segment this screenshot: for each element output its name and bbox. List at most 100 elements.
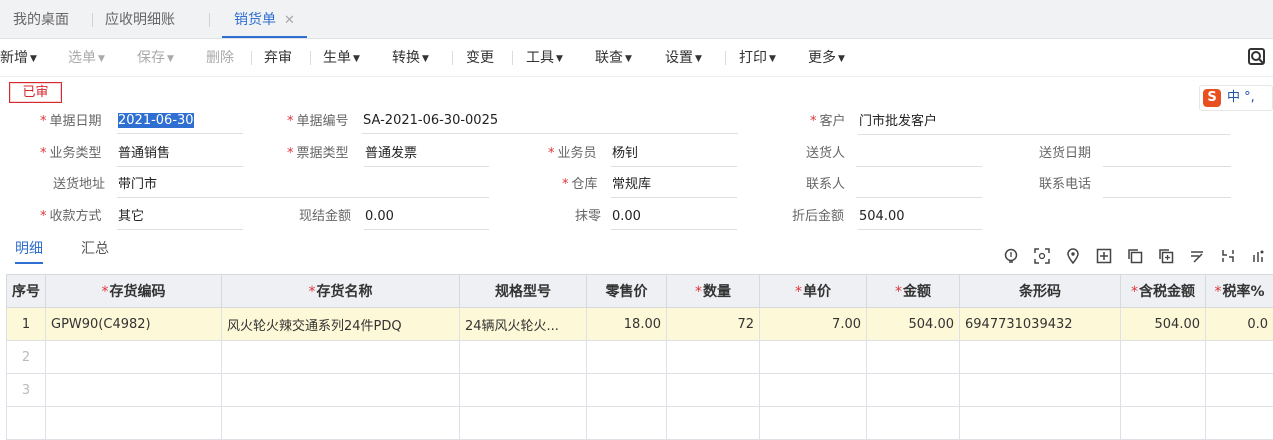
cell-price[interactable] bbox=[760, 374, 867, 407]
cell-price[interactable] bbox=[760, 341, 867, 374]
abandon-review-button[interactable]: 弃审 bbox=[264, 40, 292, 76]
cell-name[interactable] bbox=[222, 341, 460, 374]
batch-edit-icon[interactable] bbox=[1189, 248, 1205, 264]
cell-tax-rate[interactable] bbox=[1206, 407, 1273, 440]
payment-field[interactable]: 其它 bbox=[117, 207, 243, 230]
tools-button[interactable]: 工具▼ bbox=[526, 40, 563, 76]
col-header-name[interactable]: 存货名称 bbox=[222, 275, 460, 308]
delete-button[interactable]: 删除 bbox=[206, 40, 234, 76]
cell-amount[interactable] bbox=[867, 341, 960, 374]
cell-qty[interactable] bbox=[667, 407, 760, 440]
cell-code[interactable] bbox=[46, 407, 222, 440]
cell-name[interactable] bbox=[222, 374, 460, 407]
insert-row-icon[interactable] bbox=[1158, 248, 1174, 264]
contact-field[interactable] bbox=[856, 175, 982, 198]
cell-spec[interactable]: 24辆风火轮火... bbox=[460, 308, 587, 341]
cell-price[interactable]: 7.00 bbox=[760, 308, 867, 341]
cell-qty[interactable] bbox=[667, 374, 760, 407]
cell-qty[interactable] bbox=[667, 341, 760, 374]
col-header-tax-amount[interactable]: 含税金额 bbox=[1121, 275, 1206, 308]
cell-tax-amount[interactable] bbox=[1121, 407, 1206, 440]
cell-spec[interactable] bbox=[460, 341, 587, 374]
cell-tax-amount[interactable] bbox=[1121, 341, 1206, 374]
cell-tax-rate[interactable]: 0.0 bbox=[1206, 308, 1273, 341]
biz-type-field[interactable]: 普通销售 bbox=[117, 144, 243, 167]
cell-price[interactable] bbox=[760, 407, 867, 440]
new-button[interactable]: 新增▼ bbox=[0, 40, 37, 76]
col-header-price[interactable]: 单价 bbox=[760, 275, 867, 308]
salesman-field[interactable]: 杨钊 bbox=[611, 144, 737, 167]
delivery-addr-field[interactable]: 带门市 bbox=[117, 175, 489, 198]
tab-summary[interactable]: 汇总 bbox=[81, 238, 109, 262]
cell-retail[interactable]: 18.00 bbox=[587, 308, 667, 341]
invoice-type-field[interactable]: 普通发票 bbox=[364, 144, 489, 167]
close-icon[interactable]: ✕ bbox=[284, 13, 295, 28]
col-header-idx[interactable]: 序号 bbox=[7, 275, 46, 308]
cell-code[interactable]: GPW90(C4982) bbox=[46, 308, 222, 341]
change-button[interactable]: 变更 bbox=[466, 40, 494, 76]
print-button[interactable]: 打印▼ bbox=[739, 40, 776, 76]
cell-name[interactable]: 风火轮火辣交通系列24件PDQ bbox=[222, 308, 460, 341]
cell-amount[interactable] bbox=[867, 374, 960, 407]
col-header-amount[interactable]: 金额 bbox=[867, 275, 960, 308]
cell-tax-rate[interactable] bbox=[1206, 341, 1273, 374]
table-row[interactable]: 2 bbox=[7, 341, 1273, 374]
customer-field[interactable]: 门市批发客户 bbox=[858, 112, 1230, 135]
cell-barcode[interactable] bbox=[960, 341, 1121, 374]
copy-row-icon[interactable] bbox=[1127, 248, 1143, 264]
warehouse-field[interactable]: 常规库 bbox=[611, 175, 737, 198]
deliverer-field[interactable] bbox=[856, 144, 982, 167]
table-row[interactable]: 1 GPW90(C4982) 风火轮火辣交通系列24件PDQ 24辆风火轮火..… bbox=[7, 308, 1273, 341]
more-tools-icon[interactable] bbox=[1251, 248, 1265, 264]
cell-tax-amount[interactable]: 504.00 bbox=[1121, 308, 1206, 341]
cell-barcode[interactable]: 6947731039432 bbox=[960, 308, 1121, 341]
table-row[interactable]: 3 bbox=[7, 374, 1273, 407]
phone-field[interactable] bbox=[1103, 175, 1231, 198]
cell-barcode[interactable] bbox=[960, 374, 1121, 407]
cell-spec[interactable] bbox=[460, 407, 587, 440]
cell-tax-amount[interactable] bbox=[1121, 374, 1206, 407]
cell-spec[interactable] bbox=[460, 374, 587, 407]
save-button[interactable]: 保存▼ bbox=[137, 40, 174, 76]
cell-barcode[interactable] bbox=[960, 407, 1121, 440]
tab-receivable-ledger[interactable]: 应收明细账 bbox=[105, 0, 175, 38]
delivery-date-field[interactable] bbox=[1103, 144, 1231, 167]
cell-code[interactable] bbox=[46, 341, 222, 374]
tab-detail[interactable]: 明细 bbox=[15, 238, 43, 264]
scan-icon[interactable] bbox=[1034, 248, 1050, 264]
col-header-retail[interactable]: 零售价 bbox=[587, 275, 667, 308]
table-row[interactable] bbox=[7, 407, 1273, 440]
cell-retail[interactable] bbox=[587, 341, 667, 374]
convert-button[interactable]: 转换▼ bbox=[392, 40, 429, 76]
col-header-barcode[interactable]: 条形码 bbox=[960, 275, 1121, 308]
doc-date-field[interactable]: 2021-06-30 bbox=[117, 111, 243, 134]
cash-amount-field[interactable]: 0.00 bbox=[364, 207, 489, 230]
cell-code[interactable] bbox=[46, 374, 222, 407]
cell-retail[interactable] bbox=[587, 374, 667, 407]
rounding-field[interactable]: 0.00 bbox=[611, 207, 737, 230]
tab-sales-delivery[interactable]: 销货单✕ bbox=[222, 0, 307, 38]
location-icon[interactable] bbox=[1065, 248, 1081, 264]
generate-button[interactable]: 生单▼ bbox=[323, 40, 360, 76]
cell-name[interactable] bbox=[222, 407, 460, 440]
col-header-tax-rate[interactable]: 税率% bbox=[1206, 275, 1273, 308]
link-query-button[interactable]: 联查▼ bbox=[595, 40, 632, 76]
more-button[interactable]: 更多▼ bbox=[808, 40, 845, 76]
bulb-icon[interactable] bbox=[1003, 248, 1019, 264]
cell-tax-rate[interactable] bbox=[1206, 374, 1273, 407]
col-header-qty[interactable]: 数量 bbox=[667, 275, 760, 308]
col-header-spec[interactable]: 规格型号 bbox=[460, 275, 587, 308]
tab-desktop[interactable]: 我的桌面 bbox=[13, 0, 69, 38]
cell-retail[interactable] bbox=[587, 407, 667, 440]
add-row-icon[interactable] bbox=[1096, 248, 1112, 264]
col-header-code[interactable]: 存货编码 bbox=[46, 275, 222, 308]
select-button[interactable]: 选单▼ bbox=[68, 40, 105, 76]
cell-qty[interactable]: 72 bbox=[667, 308, 760, 341]
doc-no-field[interactable]: SA-2021-06-30-0025 bbox=[362, 111, 738, 134]
settings-button[interactable]: 设置▼ bbox=[665, 40, 702, 76]
cell-amount[interactable]: 504.00 bbox=[867, 308, 960, 341]
discount-amount-field[interactable]: 504.00 bbox=[858, 207, 982, 230]
search-icon[interactable] bbox=[1247, 47, 1267, 67]
cell-amount[interactable] bbox=[867, 407, 960, 440]
column-settings-icon[interactable] bbox=[1220, 248, 1236, 264]
